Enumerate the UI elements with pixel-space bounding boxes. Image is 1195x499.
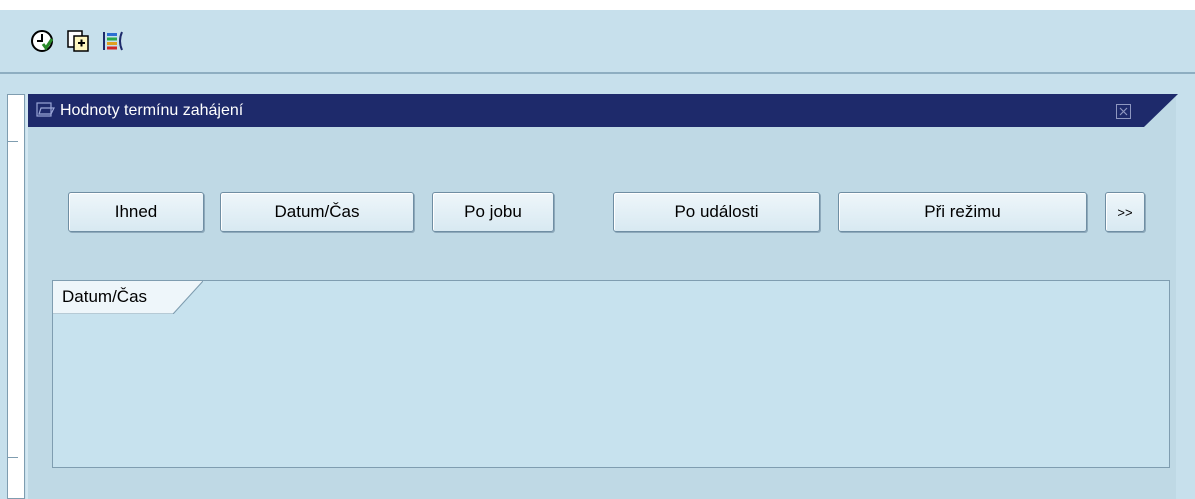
start-condition-dialog: Hodnoty termínu zahájení Ihned Datum/Čas… bbox=[26, 94, 1176, 499]
group-box-title: Datum/Čas bbox=[62, 287, 148, 306]
application-toolbar bbox=[0, 10, 1195, 74]
sap-window: Hodnoty termínu zahájení Ihned Datum/Čas… bbox=[0, 0, 1195, 499]
after-job-button[interactable]: Po jobu bbox=[432, 192, 554, 232]
copy-button[interactable] bbox=[64, 27, 92, 55]
color-bars-icon bbox=[103, 31, 123, 51]
dialog-title-bar[interactable]: Hodnoty termínu zahájení bbox=[28, 94, 1178, 127]
copy-document-icon bbox=[67, 30, 89, 52]
operation-mode-button[interactable]: Při režimu bbox=[838, 192, 1087, 232]
close-button[interactable] bbox=[1116, 104, 1131, 119]
more-button[interactable]: >> bbox=[1105, 192, 1145, 232]
after-event-button[interactable]: Po události bbox=[613, 192, 820, 232]
clock-check-icon bbox=[31, 30, 54, 52]
layout-button[interactable] bbox=[99, 27, 127, 55]
date-time-button[interactable]: Datum/Čas bbox=[220, 192, 414, 232]
close-icon bbox=[1119, 107, 1128, 116]
dialog-title: Hodnoty termínu zahájení bbox=[60, 102, 244, 119]
immediately-button[interactable]: Ihned bbox=[68, 192, 204, 232]
dialog-window-icon bbox=[36, 102, 56, 118]
date-time-group-box: Datum/Čas bbox=[52, 280, 1170, 468]
execute-button[interactable] bbox=[28, 27, 56, 55]
group-box-tab: Datum/Čas bbox=[53, 281, 203, 314]
background-screen-frame bbox=[7, 94, 25, 499]
